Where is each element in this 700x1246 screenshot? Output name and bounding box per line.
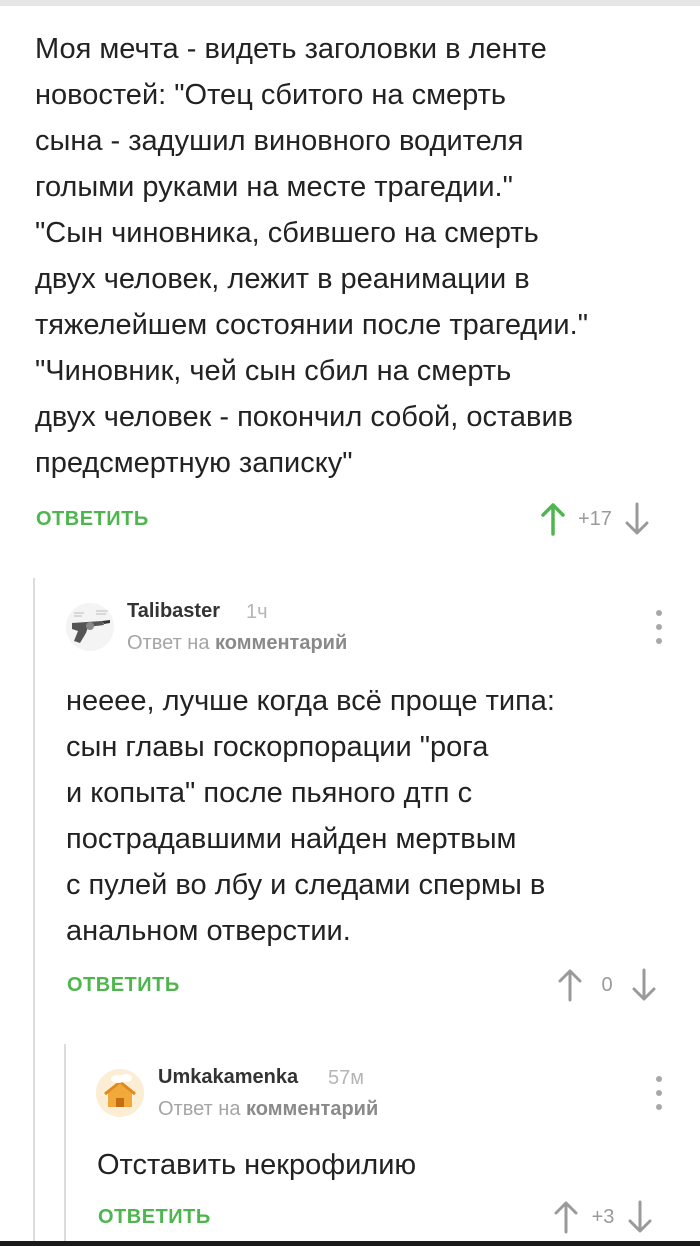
vote-controls: +3 — [553, 1200, 653, 1234]
more-options-icon[interactable] — [649, 610, 669, 644]
timestamp: 1ч — [246, 601, 268, 623]
avatar[interactable] — [96, 1069, 144, 1117]
reply-to-prefix: Ответ на — [158, 1098, 241, 1120]
downvote-icon[interactable] — [627, 1200, 653, 1234]
house-icon — [96, 1069, 144, 1117]
reply-button[interactable]: ОТВЕТИТЬ — [36, 508, 149, 531]
username[interactable]: Talibaster — [127, 600, 220, 623]
upvote-icon[interactable] — [553, 1200, 579, 1234]
revolver-icon — [66, 603, 114, 651]
thread-line — [33, 578, 35, 1246]
rating-count: +3 — [591, 1205, 615, 1228]
reply-button[interactable]: ОТВЕТИТЬ — [98, 1206, 211, 1229]
reply-to-meta: Ответ на комментарий — [127, 632, 347, 655]
vote-controls: +17 — [540, 502, 650, 536]
rating-count: +17 — [578, 507, 612, 530]
thread-line — [64, 1044, 66, 1246]
reply-to-prefix: Ответ на — [127, 632, 210, 654]
top-divider — [0, 0, 700, 6]
username[interactable]: Umkakamenka — [158, 1066, 298, 1089]
rating-count: 0 — [601, 973, 613, 996]
bottom-divider — [0, 1241, 700, 1246]
comment-text: Отставить некрофилию — [97, 1149, 417, 1181]
downvote-icon[interactable] — [624, 502, 650, 536]
avatar[interactable] — [66, 603, 114, 651]
upvote-icon[interactable] — [540, 502, 566, 536]
vote-controls: 0 — [557, 968, 657, 1002]
comment-text: Моя мечта - видеть заголовки в ленте нов… — [35, 33, 588, 479]
comment-text: неееe, лучше когда всё проще типа: сын г… — [66, 685, 555, 947]
upvote-icon[interactable] — [557, 968, 583, 1002]
reply-button[interactable]: ОТВЕТИТЬ — [67, 974, 180, 997]
timestamp: 57м — [328, 1067, 364, 1089]
reply-to-link[interactable]: комментарий — [246, 1098, 378, 1120]
reply-to-meta: Ответ на комментарий — [158, 1098, 378, 1121]
downvote-icon[interactable] — [631, 968, 657, 1002]
reply-to-link[interactable]: комментарий — [215, 632, 347, 654]
more-options-icon[interactable] — [649, 1076, 669, 1110]
